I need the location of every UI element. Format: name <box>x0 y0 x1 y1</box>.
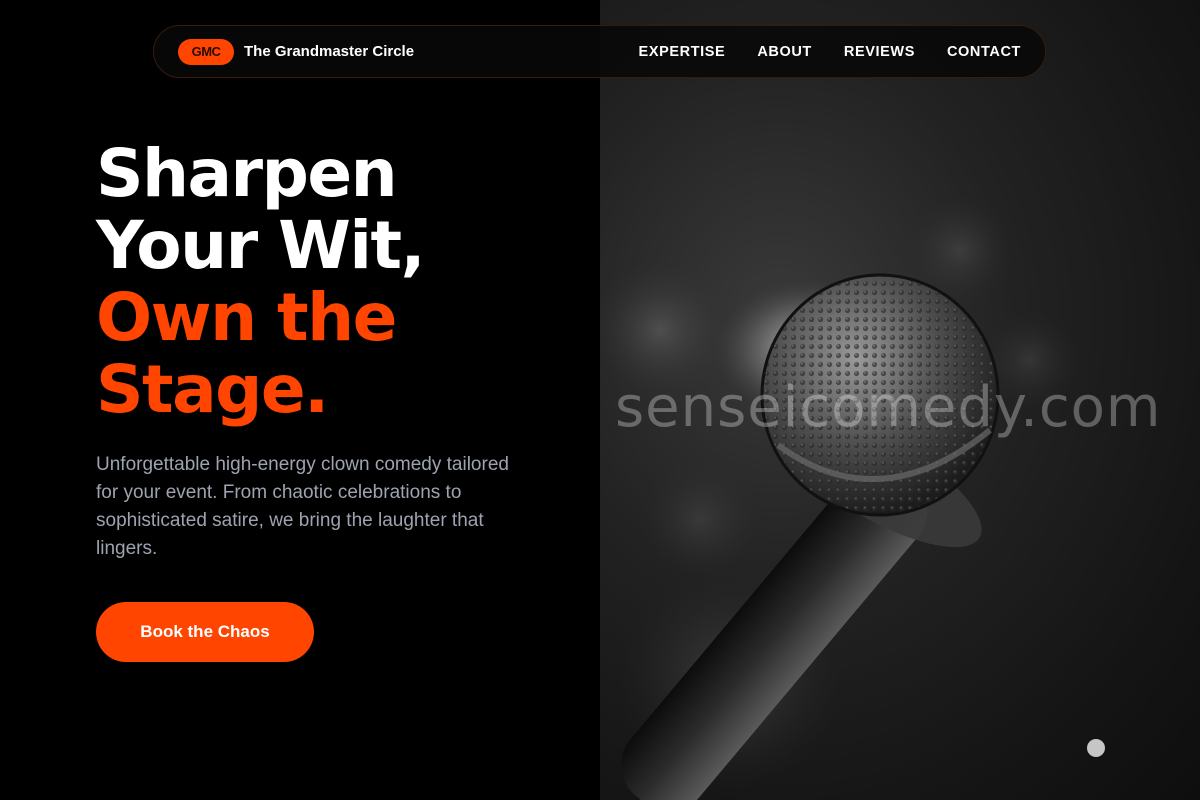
brand-logo-badge[interactable]: GMC <box>178 38 234 65</box>
watermark-text: senseicomedy.com <box>615 375 1162 440</box>
hero-heading-line-2: Your Wit, <box>96 207 426 284</box>
hero-heading-line-1: Sharpen <box>96 135 398 212</box>
nav-link-expertise[interactable]: EXPERTISE <box>639 44 726 60</box>
top-navbar: GMC The Grandmaster Circle EXPERTISE ABO… <box>153 25 1046 78</box>
nav-link-contact[interactable]: CONTACT <box>947 44 1021 60</box>
nav-links: EXPERTISE ABOUT REVIEWS CONTACT <box>639 44 1021 60</box>
hero-heading: Sharpen Your Wit, Own the Stage. <box>96 135 426 428</box>
hero-heading-accent-line-2: Stage. <box>96 351 329 428</box>
brand-name[interactable]: The Grandmaster Circle <box>244 43 414 60</box>
hero-heading-accent-line-1: Own the <box>96 279 397 356</box>
book-the-chaos-button[interactable]: Book the Chaos <box>96 602 314 662</box>
nav-link-reviews[interactable]: REVIEWS <box>844 44 915 60</box>
nav-link-about[interactable]: ABOUT <box>757 44 812 60</box>
hero-description: Unforgettable high-energy clown comedy t… <box>96 454 509 559</box>
